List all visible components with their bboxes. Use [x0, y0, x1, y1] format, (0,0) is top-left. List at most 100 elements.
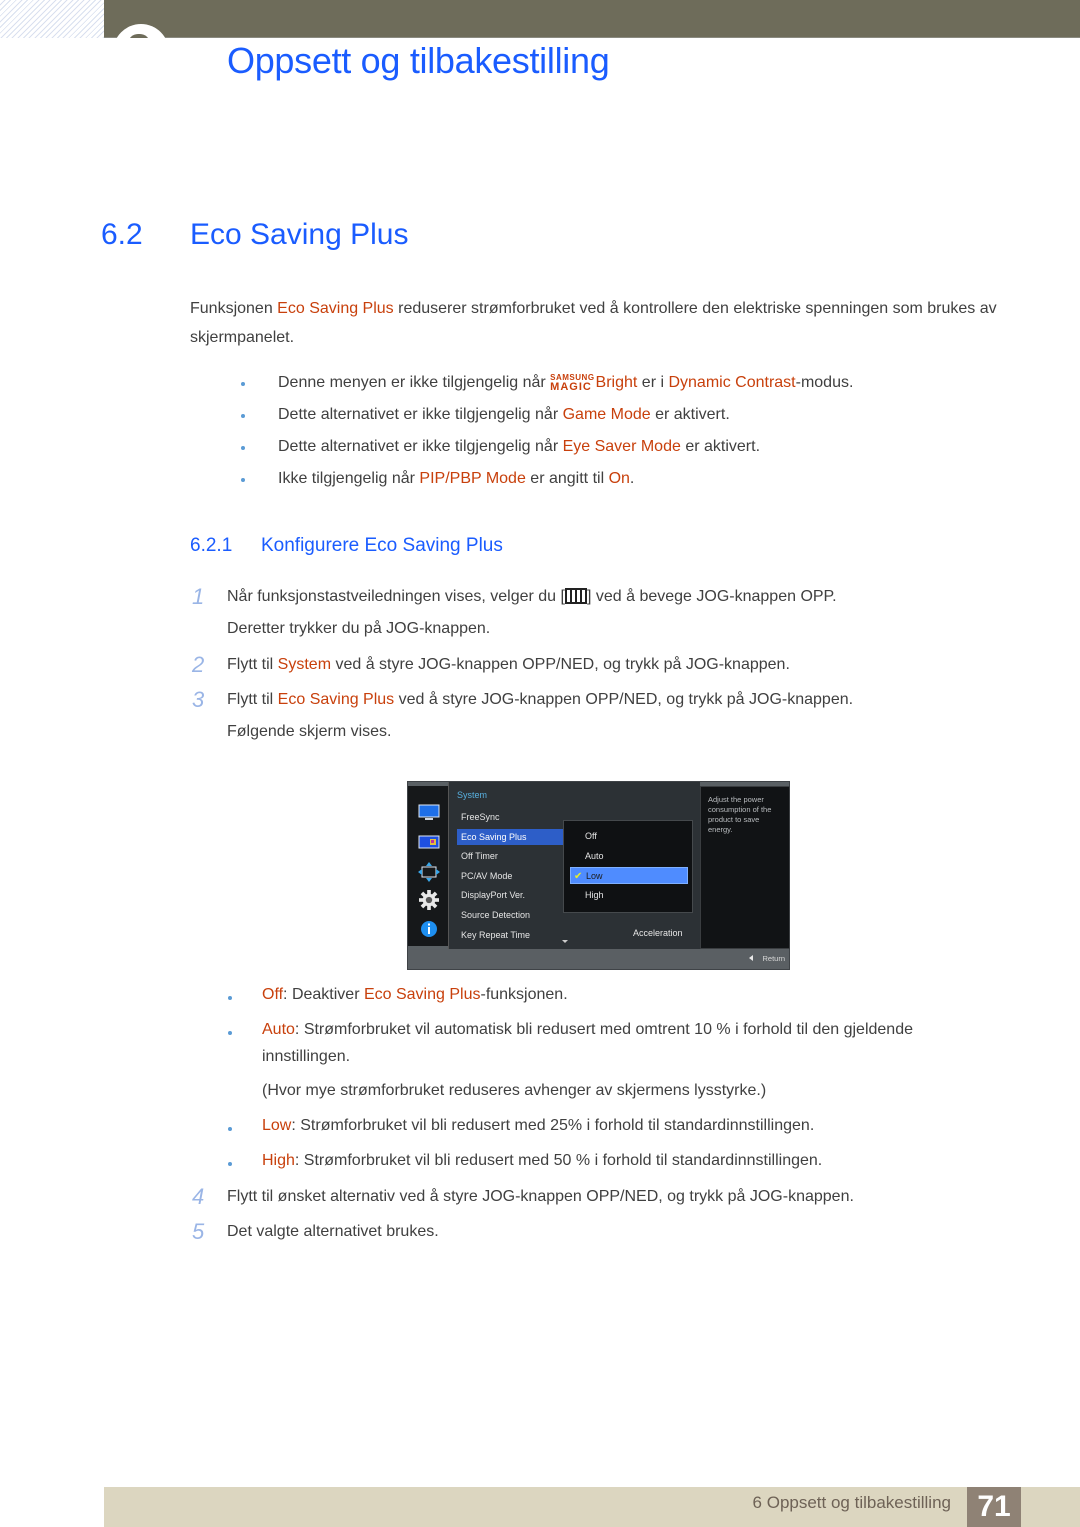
option-desc-auto: Auto: Strømforbruket vil automatisk bli …	[222, 1021, 913, 1039]
size-position-icon[interactable]	[418, 862, 440, 882]
info-icon[interactable]	[418, 919, 440, 939]
note-item: Ikke tilgjengelig når PIP/PBP Mode er an…	[238, 463, 853, 495]
bullet-dot-icon	[228, 1162, 232, 1166]
footer-chapter-label: 6 Oppsett og tilbakestilling	[752, 1493, 951, 1512]
step-number: 2	[192, 652, 205, 677]
bullet-dot-icon	[241, 414, 245, 418]
subsection-title: Konfigurere Eco Saving Plus	[261, 535, 503, 556]
osd-submenu: Off Auto ✔ Low High	[563, 820, 693, 913]
note-highlight: Game Mode	[562, 406, 651, 423]
note-highlight: Bright	[595, 374, 638, 391]
option-name: Low	[262, 1117, 292, 1134]
option-name: High	[262, 1152, 295, 1169]
page-number: 71	[967, 1487, 1021, 1527]
osd-return-button[interactable]: Return	[762, 954, 785, 963]
gear-icon[interactable]	[418, 890, 440, 910]
checkmark-icon: ✔	[574, 871, 583, 882]
note-text: Ikke tilgjengelig når	[278, 470, 420, 487]
intro-highlight: Eco Saving Plus	[277, 300, 394, 317]
note-text: er aktivert.	[650, 406, 730, 423]
osd-option[interactable]: High	[570, 887, 688, 904]
osd-option-label: Low	[586, 871, 603, 881]
step-text: Når funksjonstastveiledningen vises, vel…	[227, 580, 837, 613]
menu-icon	[564, 588, 587, 604]
step-highlight: Eco Saving Plus	[277, 691, 395, 708]
header-bar	[104, 0, 1080, 38]
step-text-post: ved å styre JOG-knappen OPP/NED, og tryk…	[331, 656, 790, 673]
option-text: : Strømforbruket vil automatisk bli redu…	[294, 1021, 913, 1038]
picture-icon[interactable]	[418, 803, 440, 823]
osd-bottom-bar: Return	[408, 949, 789, 969]
bullet-dot-icon	[241, 446, 245, 450]
intro-pre: Funksjonen	[190, 300, 278, 317]
osd-menu-item[interactable]: DisplayPort Ver.	[457, 887, 563, 903]
color-icon[interactable]	[418, 832, 440, 852]
step-number: 5	[192, 1219, 205, 1244]
option-text: -funksjonen.	[480, 986, 568, 1003]
osd-option[interactable]: Off	[570, 828, 688, 845]
section-title: Eco Saving Plus	[190, 218, 409, 251]
osd-menu-item[interactable]: FreeSync	[457, 809, 563, 825]
note-text: er aktivert.	[680, 438, 761, 455]
note-item: Denne menyen er ikke tilgjengelig når SA…	[238, 367, 853, 399]
osd-menu-title: System	[457, 790, 488, 800]
step-text-pre: Flytt til	[227, 691, 278, 708]
osd-menu-item-selected[interactable]: Eco Saving Plus	[457, 829, 563, 845]
step-number: 4	[192, 1184, 205, 1209]
note-text: er i	[637, 374, 669, 391]
bullet-dot-icon	[228, 1031, 232, 1035]
osd-icon-sidebar	[408, 786, 448, 946]
option-text: : Strømforbruket vil bli redusert med 25…	[291, 1117, 815, 1134]
step-text: Flytt til Eco Saving Plus ved å styre JO…	[227, 683, 853, 716]
note-text: er angitt til	[525, 470, 609, 487]
note-highlight: On	[608, 470, 630, 487]
osd-option[interactable]: Auto	[570, 848, 688, 865]
step-text-post: ved å styre JOG-knappen OPP/NED, og tryk…	[394, 691, 854, 708]
note-text: Dette alternativet er ikke tilgjengelig …	[278, 406, 563, 423]
osd-menu-item[interactable]: Off Timer	[457, 848, 563, 864]
step-text-pre: Flytt til	[227, 656, 278, 673]
note-item: Dette alternativet er ikke tilgjengelig …	[238, 431, 853, 463]
osd-help-text: Adjust the power consumption of the prod…	[700, 786, 790, 949]
header-hatch-decoration	[0, 0, 104, 38]
note-text: .	[629, 470, 635, 487]
option-desc-off: Off: Deaktiver Eco Saving Plus-funksjone…	[222, 986, 568, 1004]
osd-menu-item[interactable]: Source Detection	[457, 907, 563, 923]
step-number: 1	[192, 584, 205, 609]
step-text: Det valgte alternativet brukes.	[227, 1223, 439, 1240]
brand-bottom: MAGIC	[550, 381, 592, 393]
note-text: Dette alternativet er ikke tilgjengelig …	[278, 438, 563, 455]
bullet-dot-icon	[241, 478, 245, 482]
samsung-magic-logo: SAMSUNG MAGIC	[550, 374, 594, 393]
step-3-continuation: Følgende skjerm vises.	[227, 723, 392, 740]
option-highlight: Eco Saving Plus	[363, 986, 481, 1003]
intro-paragraph: Funksjonen Eco Saving Plus reduserer str…	[190, 294, 1020, 352]
section-number: 6.2	[101, 218, 143, 251]
step-1-continuation: Deretter trykker du på JOG-knappen.	[227, 620, 491, 637]
note-highlight: Eye Saver Mode	[562, 438, 681, 455]
chapter-badge-mask	[104, 38, 184, 68]
chapter-title: Oppsett og tilbakestilling	[227, 40, 610, 81]
step-text: Flytt til System ved å styre JOG-knappen…	[227, 648, 790, 681]
osd-menu-item[interactable]: PC/AV Mode	[457, 868, 563, 884]
subsection-number: 6.2.1	[190, 535, 233, 556]
option-text: : Strømforbruket vil bli redusert med 50…	[294, 1152, 823, 1169]
osd-menu-item[interactable]: Key Repeat Time	[457, 927, 563, 943]
note-text: Denne menyen er ikke tilgjengelig når	[278, 374, 551, 391]
step-text: Flytt til ønsket alternativ ved å styre …	[227, 1188, 854, 1205]
osd-option-selected[interactable]: ✔ Low	[570, 867, 688, 884]
osd-menu-panel: System FreeSync Eco Saving Plus Off Time…	[448, 782, 700, 949]
osd-key-repeat-value: Acceleration	[633, 928, 683, 938]
option-name: Auto	[262, 1021, 295, 1038]
bullet-dot-icon	[241, 382, 245, 386]
option-desc-auto-continuation: innstillingen.	[262, 1048, 351, 1065]
note-text: -modus.	[795, 374, 854, 391]
note-highlight: PIP/PBP Mode	[419, 470, 526, 487]
step-highlight: System	[277, 656, 332, 673]
option-desc-low: Low: Strømforbruket vil bli redusert med…	[222, 1117, 814, 1135]
option-desc-high: High: Strømforbruket vil bli redusert me…	[222, 1152, 822, 1170]
option-name: Off	[262, 986, 284, 1003]
bullet-dot-icon	[228, 1127, 232, 1131]
notes-list: Denne menyen er ikke tilgjengelig når SA…	[238, 367, 853, 495]
scroll-down-arrow-icon[interactable]	[562, 940, 568, 943]
